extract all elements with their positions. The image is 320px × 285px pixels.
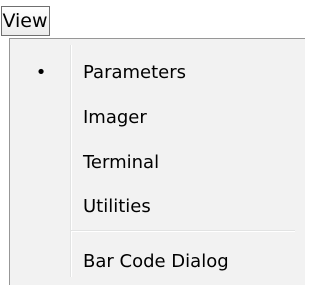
menu-item-label: Utilities: [83, 196, 151, 217]
menu-item-label: Imager: [83, 107, 147, 128]
checked-bullet-icon: •: [35, 62, 47, 83]
menu-item-label: Bar Code Dialog: [83, 251, 229, 272]
menu-item-utilities[interactable]: Utilities: [10, 185, 304, 229]
menu-item-label: Terminal: [83, 152, 160, 173]
menu-item-imager[interactable]: Imager: [10, 96, 304, 140]
menu-item-label: Parameters: [83, 62, 187, 83]
menu-item-bar-code-dialog[interactable]: Bar Code Dialog: [10, 240, 304, 284]
view-menubar-item[interactable]: View: [1, 6, 50, 36]
menu-separator: [71, 230, 295, 232]
view-menu-screen: View • Parameters Imager Terminal Utilit…: [0, 0, 305, 285]
view-dropdown-menu: • Parameters Imager Terminal Utilities B…: [9, 38, 305, 285]
menu-item-parameters[interactable]: • Parameters: [10, 51, 304, 95]
menu-item-terminal[interactable]: Terminal: [10, 141, 304, 185]
